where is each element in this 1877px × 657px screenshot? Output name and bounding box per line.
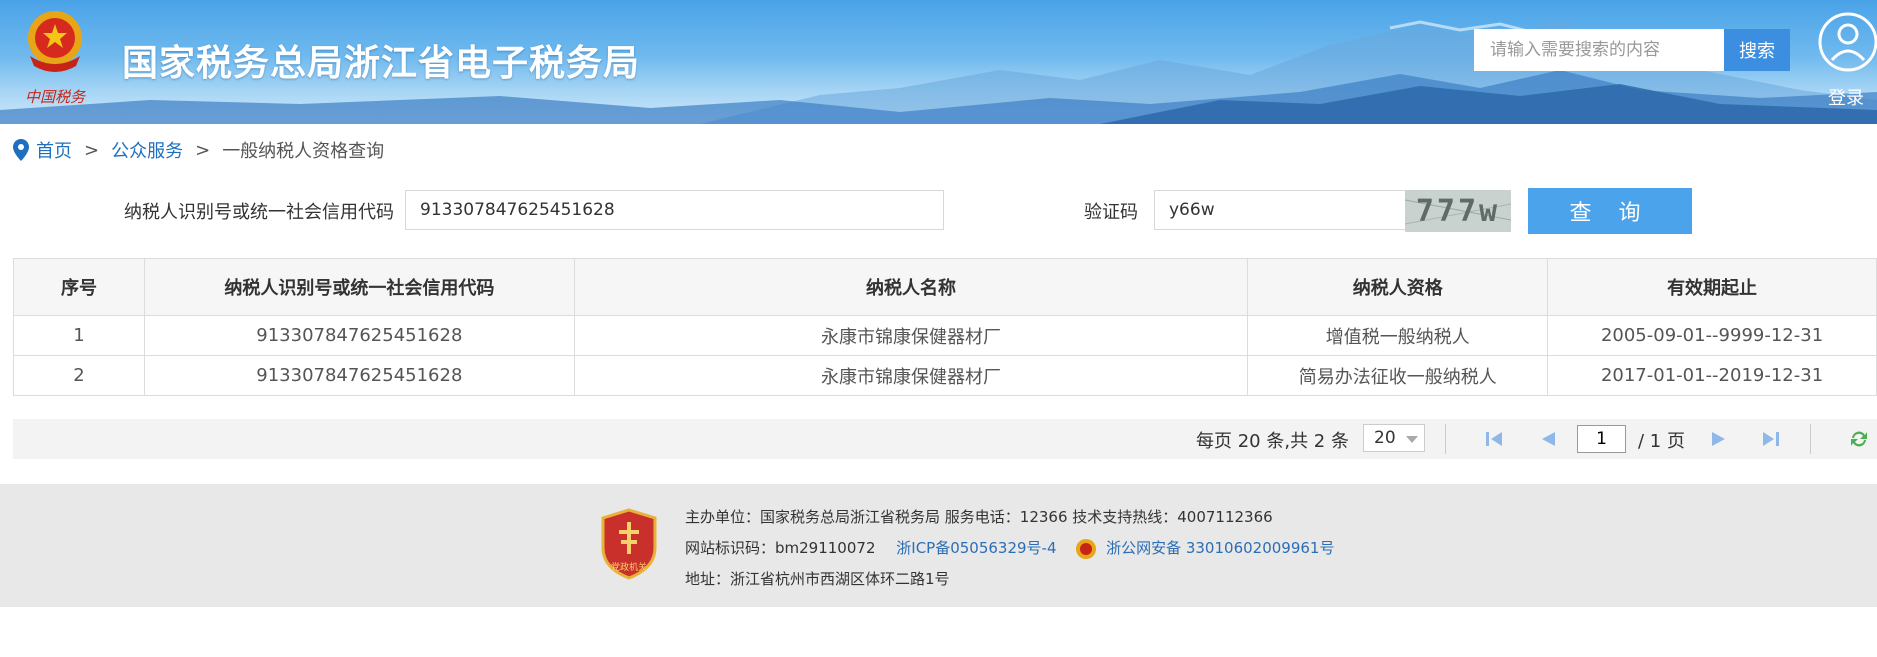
cell-taxpayer-name: 永康市锦康保健器材厂 [573, 315, 1249, 356]
table-header-row: 序号 纳税人识别号或统一社会信用代码 纳税人名称 纳税人资格 有效期起止 [13, 258, 1877, 316]
breadcrumb-current: 一般纳税人资格查询 [222, 141, 385, 162]
cell-taxpayer-id: 913307847625451628 [143, 315, 575, 356]
footer-police-link[interactable]: 浙公网安备 33010602009961号 [1106, 539, 1334, 557]
site-title: 国家税务总局浙江省电子税务局 [122, 43, 641, 84]
cell-qualification: 简易办法征收一般纳税人 [1247, 355, 1549, 396]
login-button[interactable]: 登录 [1818, 12, 1877, 109]
first-page-icon[interactable] [1485, 430, 1503, 448]
svg-text:党政机关: 党政机关 [611, 561, 647, 573]
pager-divider [1810, 424, 1811, 454]
search-input[interactable] [1474, 29, 1724, 71]
results-table: 序号 纳税人识别号或统一社会信用代码 纳税人名称 纳税人资格 有效期起止 1 9… [13, 258, 1877, 396]
search-button[interactable]: 搜索 [1724, 29, 1790, 71]
cell-validity: 2005-09-01--9999-12-31 [1547, 315, 1877, 356]
pager-divider [1445, 424, 1446, 454]
svg-text:中国税务: 中国税务 [25, 88, 87, 106]
site-footer: 党政机关 主办单位：国家税务总局浙江省税务局 服务电话：12366 技术支持热线… [0, 484, 1877, 607]
party-government-badge-icon[interactable]: 党政机关 [599, 508, 659, 580]
tax-emblem-icon: 中国税务 [25, 11, 87, 106]
last-page-icon[interactable] [1762, 430, 1780, 448]
user-icon [1818, 12, 1877, 72]
svg-text:777w: 777w [1416, 194, 1500, 229]
page-size-select[interactable]: 20 [1363, 424, 1425, 452]
captcha-label: 验证码 [1084, 202, 1138, 223]
cell-qualification: 增值税一般纳税人 [1247, 315, 1549, 356]
captcha-image[interactable]: 777w [1405, 190, 1511, 232]
total-pages: / 1 页 [1638, 431, 1685, 452]
footer-address: 地址：浙江省杭州市西湖区体环二路1号 [685, 570, 950, 588]
pagination-summary: 每页 20 条,共 2 条 [1196, 431, 1349, 452]
breadcrumb: 首页 > 公众服务 > 一般纳税人资格查询 [12, 138, 384, 162]
column-header-validity: 有效期起止 [1547, 258, 1877, 316]
cell-validity: 2017-01-01--2019-12-31 [1547, 355, 1877, 396]
taxpayer-id-input[interactable] [405, 190, 944, 230]
refresh-icon[interactable] [1849, 430, 1869, 448]
footer-site-id: 网站标识码：bm29110072 [685, 539, 876, 557]
breadcrumb-separator: > [195, 139, 211, 161]
next-page-icon[interactable] [1710, 430, 1728, 448]
breadcrumb-home-link[interactable]: 首页 [36, 137, 72, 163]
table-row[interactable]: 2 913307847625451628 永康市锦康保健器材厂 简易办法征收一般… [13, 355, 1877, 396]
column-header-taxpayer-id: 纳税人识别号或统一社会信用代码 [143, 258, 575, 316]
query-button[interactable]: 查 询 [1528, 188, 1692, 234]
breadcrumb-public-services-link[interactable]: 公众服务 [111, 137, 183, 163]
cell-taxpayer-name: 永康市锦康保健器材厂 [573, 355, 1249, 396]
login-label: 登录 [1828, 88, 1864, 109]
chevron-down-icon [1406, 436, 1418, 443]
cell-index: 2 [13, 355, 145, 396]
captcha-input[interactable] [1154, 190, 1414, 230]
column-header-index: 序号 [13, 258, 145, 316]
footer-icp-link[interactable]: 浙ICP备05056329号-4 [896, 539, 1056, 557]
page-size-value: 20 [1374, 428, 1396, 448]
breadcrumb-separator: > [84, 139, 100, 161]
captcha-noise: 777w [1405, 194, 1511, 229]
table-row[interactable]: 1 913307847625451628 永康市锦康保健器材厂 增值税一般纳税人… [13, 315, 1877, 356]
current-page-input[interactable] [1577, 425, 1626, 453]
column-header-taxpayer-name: 纳税人名称 [573, 258, 1249, 316]
footer-organizer: 主办单位：国家税务总局浙江省税务局 服务电话：12366 技术支持热线：4007… [685, 508, 1273, 526]
police-badge-icon [1076, 538, 1097, 559]
cell-taxpayer-id: 913307847625451628 [143, 355, 575, 396]
previous-page-icon[interactable] [1539, 430, 1557, 448]
cell-index: 1 [13, 315, 145, 356]
site-header: 中国税务 国家税务总局浙江省电子税务局 搜索 登录 [0, 0, 1877, 124]
pagination-bar: 每页 20 条,共 2 条 20 / 1 页 [13, 419, 1877, 459]
taxpayer-id-label: 纳税人识别号或统一社会信用代码 [124, 202, 394, 223]
column-header-qualification: 纳税人资格 [1247, 258, 1549, 316]
location-pin-icon [13, 139, 29, 161]
footer-site-info: 网站标识码：bm29110072 浙ICP备05056329号-4 浙公网安备 … [685, 537, 1334, 560]
